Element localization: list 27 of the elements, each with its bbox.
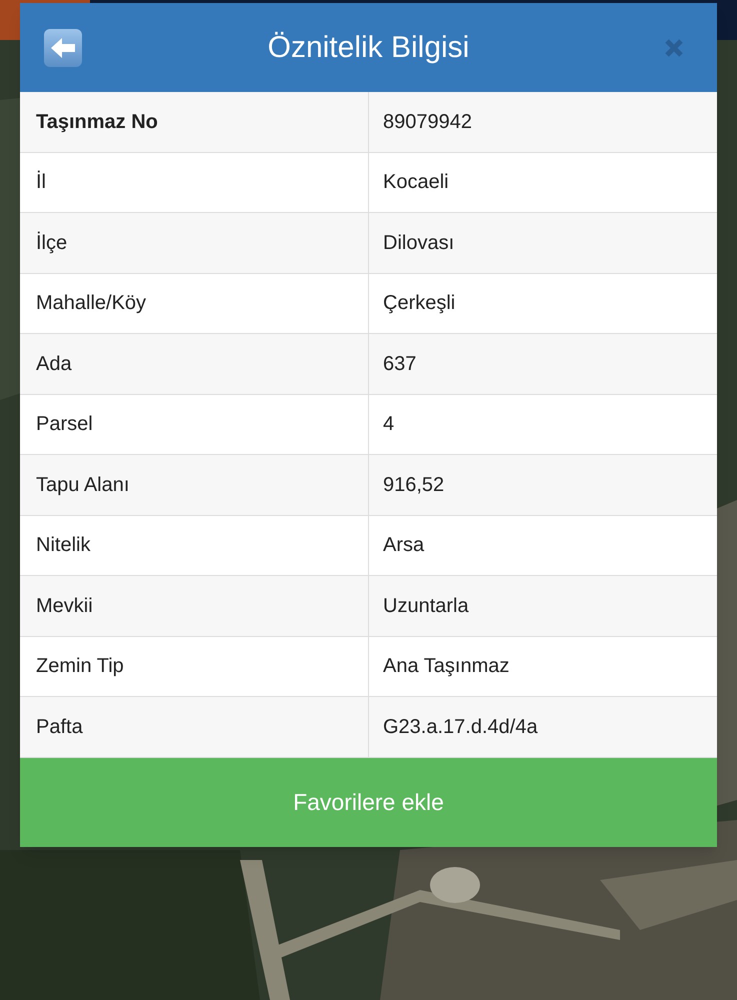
add-to-favorites-button[interactable]: Favorilere ekle [20, 758, 717, 846]
table-cell-text: Ana Taşınmaz [382, 654, 510, 680]
table-cell-text: 916,52 [382, 472, 446, 498]
table-cell: Zemin Tip [20, 636, 369, 696]
table-cell: Nitelik [20, 516, 369, 575]
table-cell: Taşınmaz No [20, 92, 369, 152]
back-button[interactable] [44, 28, 82, 66]
table-cell: İlçe [20, 213, 369, 272]
table-cell: Tapu Alanı [20, 455, 369, 514]
table-cell-text: 89079942 [382, 110, 473, 135]
table-cell: Ada [20, 334, 369, 394]
table-cell: Mahalle/Köy [20, 274, 369, 333]
table-cell-text: Arsa [382, 533, 426, 558]
table-cell-text: Uzuntarla [382, 594, 470, 619]
table-cell-text: 637 [382, 352, 418, 377]
close-icon [664, 38, 684, 58]
table-cell-text: G23.a.17.d.4d/4a [382, 714, 539, 740]
dialog-title: Öznitelik Bilgisi [268, 30, 470, 66]
table-cell-text: 4 [382, 412, 396, 438]
left-arrow-icon [51, 38, 75, 58]
table-cell-text: Kocaeli [382, 170, 450, 196]
table-cell: İl [20, 152, 369, 212]
table-cell: Mevkii [20, 576, 369, 636]
table-cell: Pafta [20, 697, 369, 756]
table-cell-text: Dilovası [382, 230, 456, 256]
table-cell-text: Çerkeşli [382, 291, 456, 316]
table-cell: Parsel [20, 394, 369, 454]
